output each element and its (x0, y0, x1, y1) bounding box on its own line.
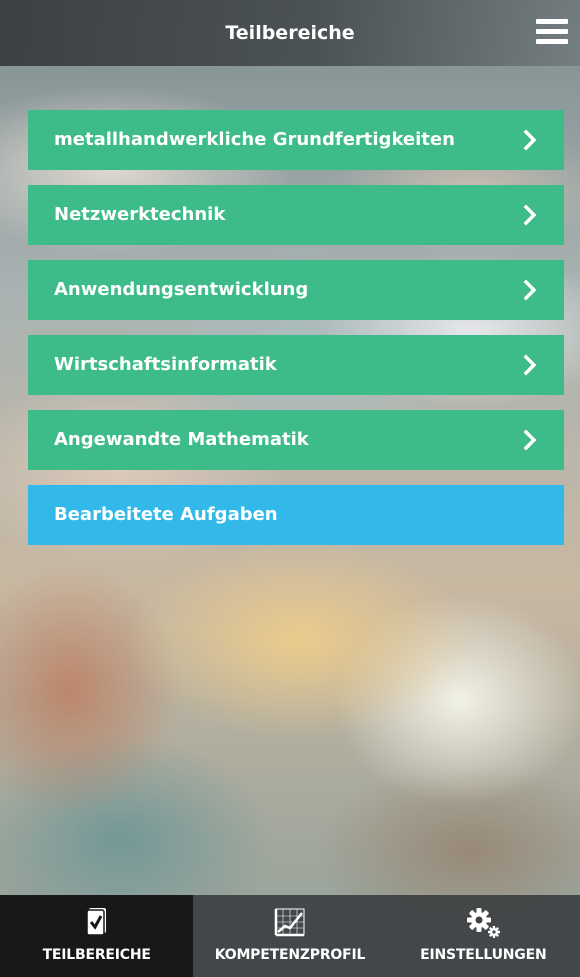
list-item-label: Wirtschaftsinformatik (54, 354, 277, 375)
tab-einstellungen[interactable]: EINSTELLUNGEN (387, 895, 580, 977)
section-list: metallhandwerkliche Grundfertigkeiten Ne… (28, 110, 564, 560)
tab-label: TEILBEREICHE (42, 947, 151, 963)
chevron-right-icon (523, 354, 537, 376)
checklist-icon (85, 908, 106, 936)
list-item-wirtschaftsinformatik[interactable]: Wirtschaftsinformatik (28, 335, 564, 395)
tab-bar: TEILBEREICHE KOMPETENZPROFIL EINSTELLUNG… (0, 895, 580, 977)
top-bar: Teilbereiche (0, 0, 580, 66)
list-item-angewandte-mathematik[interactable]: Angewandte Mathematik (28, 410, 564, 470)
list-item-label: Angewandte Mathematik (54, 429, 309, 450)
page-title: Teilbereiche (225, 22, 355, 44)
list-item-label: metallhandwerkliche Grundfertigkeiten (54, 129, 455, 150)
list-item-label: Netzwerktechnik (54, 204, 226, 225)
gears-icon (467, 908, 501, 938)
chevron-right-icon (523, 279, 537, 301)
tab-label: EINSTELLUNGEN (420, 947, 547, 963)
list-item-netzwerktechnik[interactable]: Netzwerktechnik (28, 185, 564, 245)
hamburger-menu-icon[interactable] (536, 19, 568, 44)
chevron-right-icon (523, 429, 537, 451)
edited-tasks-button[interactable]: Bearbeitete Aufgaben (28, 485, 564, 545)
list-item-metallhandwerkliche-grundfertigkeiten[interactable]: metallhandwerkliche Grundfertigkeiten (28, 110, 564, 170)
chevron-right-icon (523, 129, 537, 151)
list-item-anwendungsentwicklung[interactable]: Anwendungsentwicklung (28, 260, 564, 320)
chevron-right-icon (523, 204, 537, 226)
edited-tasks-label: Bearbeitete Aufgaben (54, 504, 278, 525)
app-screen: Teilbereiche metallhandwerkliche Grundfe… (0, 0, 580, 977)
tab-label: KOMPETENZPROFIL (214, 947, 366, 963)
tab-kompetenzprofil[interactable]: KOMPETENZPROFIL (193, 895, 386, 977)
tab-teilbereiche[interactable]: TEILBEREICHE (0, 895, 194, 977)
chart-icon (274, 908, 305, 937)
list-item-label: Anwendungsentwicklung (54, 279, 309, 300)
